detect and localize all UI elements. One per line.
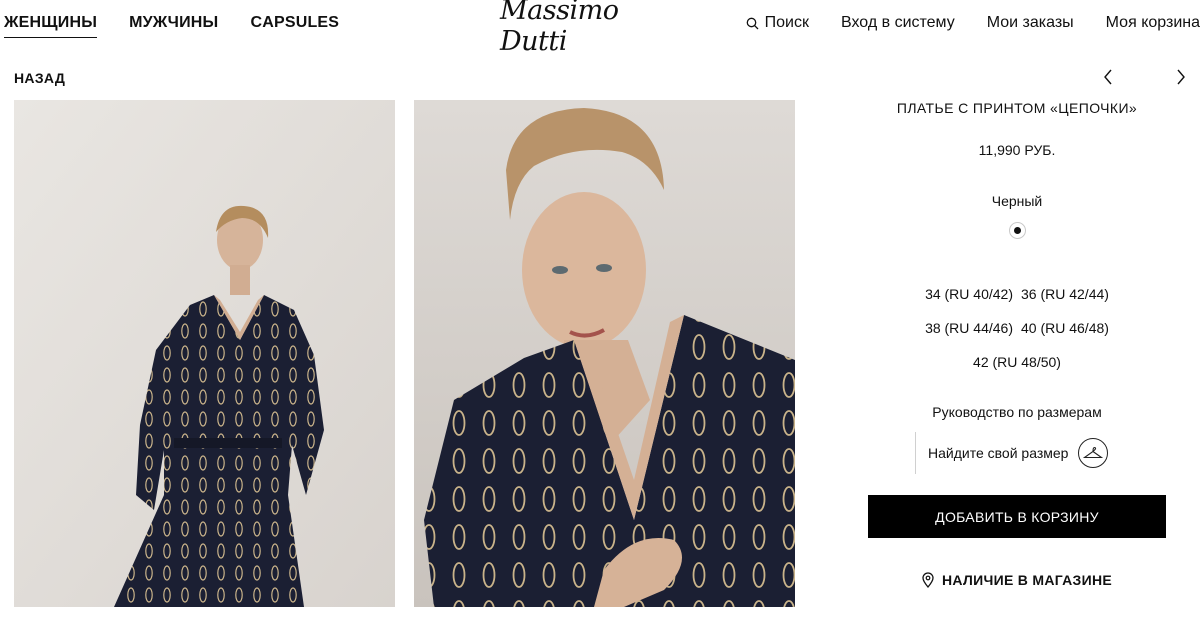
size-selector: 34 (RU 40/42) 36 (RU 42/44) 38 (RU 44/46… <box>868 286 1166 370</box>
top-navigation: ЖЕНЩИНЫ МУЖЧИНЫ CAPSULES Massimo Dutti П… <box>0 0 1200 57</box>
size-guide-link[interactable]: Руководство по размерам <box>868 404 1166 420</box>
product-photo-full-length[interactable] <box>14 100 395 607</box>
store-availability-label: НАЛИЧИЕ В МАГАЗИНЕ <box>941 572 1113 588</box>
size-option[interactable]: 34 (RU 40/42) <box>925 286 1013 302</box>
brand-logo-text: Massimo Dutti <box>500 0 619 57</box>
product-photo-closeup[interactable] <box>414 100 795 607</box>
selected-color-name: Черный <box>991 193 1043 209</box>
back-link[interactable]: НАЗАД <box>14 70 65 86</box>
search-icon <box>746 17 759 29</box>
find-your-size[interactable]: Найдите свой размер <box>915 432 1115 474</box>
hanger-icon <box>1078 438 1109 468</box>
color-swatch-dot <box>1013 227 1021 234</box>
search-link[interactable]: Поиск <box>746 14 809 32</box>
next-product-button[interactable] <box>1170 66 1192 88</box>
chevron-left-icon <box>1104 69 1112 85</box>
search-label: Поиск <box>764 14 809 31</box>
color-swatch-black[interactable] <box>1008 222 1026 239</box>
chevron-right-icon <box>1177 69 1185 85</box>
brand-logo[interactable]: Massimo Dutti <box>500 0 680 57</box>
location-pin-icon <box>922 572 934 588</box>
orders-link[interactable]: Мои заказы <box>987 14 1074 32</box>
login-link[interactable]: Вход в систему <box>841 14 955 32</box>
nav-men[interactable]: МУЖЧИНЫ <box>129 14 218 38</box>
user-nav: Поиск Вход в систему Мои заказы Моя корз… <box>746 14 1200 32</box>
product-price: 11,990 РУБ. <box>978 142 1056 158</box>
prev-product-button[interactable] <box>1097 66 1119 88</box>
size-option[interactable]: 38 (RU 44/46) <box>925 320 1013 336</box>
main-nav: ЖЕНЩИНЫ МУЖЧИНЫ CAPSULES <box>4 14 339 38</box>
cart-link[interactable]: Моя корзина <box>1106 14 1200 32</box>
store-availability-link[interactable]: НАЛИЧИЕ В МАГАЗИНЕ <box>868 572 1166 588</box>
add-to-cart-button[interactable]: ДОБАВИТЬ В КОРЗИНУ <box>868 495 1166 538</box>
product-title: ПЛАТЬЕ С ПРИНТОМ «ЦЕПОЧКИ» <box>896 100 1138 116</box>
product-info-panel: ПЛАТЬЕ С ПРИНТОМ «ЦЕПОЧКИ» 11,990 РУБ. Ч… <box>868 96 1166 588</box>
size-option[interactable]: 36 (RU 42/44) <box>1021 286 1109 302</box>
nav-capsules[interactable]: CAPSULES <box>250 14 339 38</box>
find-size-label: Найдите свой размер <box>928 445 1069 461</box>
size-option[interactable]: 40 (RU 46/48) <box>1021 320 1109 336</box>
nav-women[interactable]: ЖЕНЩИНЫ <box>4 14 98 38</box>
size-option[interactable]: 42 (RU 48/50) <box>973 354 1061 370</box>
